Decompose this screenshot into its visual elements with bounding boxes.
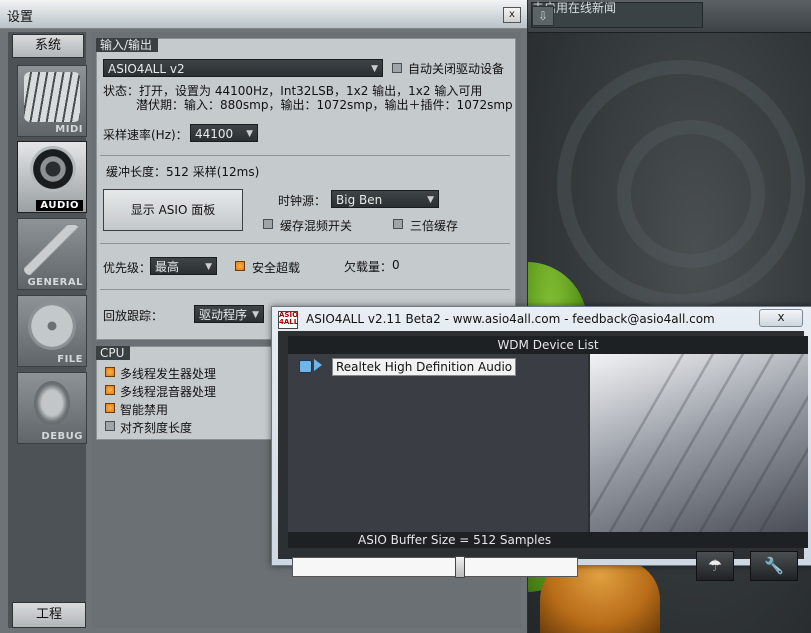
settings-sidebar: 系统 MIDI AUDIO GENERAL FILE DEBUG [8, 32, 87, 628]
latency-line-clip: 潜伏期：输入：880smp，输出：1072smp，输出＋插件：1072smp (… [136, 96, 514, 112]
download-icon[interactable]: ⇩ [532, 6, 554, 26]
piano-keys-artwork [590, 354, 808, 532]
key-line [668, 354, 775, 532]
underrun-label: 欠载量： [344, 260, 393, 274]
clock-source-select[interactable]: Big Ben ▼ [331, 190, 439, 208]
disk-icon [28, 302, 76, 350]
priority-value: 最高 [155, 260, 180, 274]
auto-close-label: 自动关闭驱动设备 [408, 62, 505, 76]
priority-label: 优先级： [103, 261, 152, 275]
close-button[interactable]: x [503, 7, 521, 23]
power-icon[interactable] [299, 360, 312, 373]
midi-keyboard-icon [24, 72, 80, 122]
window-title: 设置 [7, 10, 34, 25]
sidebar-item-label: GENERAL [27, 277, 83, 288]
smart-disable-checkbox[interactable] [105, 403, 115, 413]
smart-disable-label: 智能禁用 [120, 403, 169, 417]
parachute-icon[interactable]: ☂ [696, 551, 734, 581]
underrun-value: 0 [392, 258, 400, 272]
playback-tracking-label: 回放跟踪： [103, 309, 164, 323]
latency-line: 潜伏期：输入：880smp，输出：1072smp，输出＋插件：1072smp (… [136, 98, 514, 112]
system-button[interactable]: 系统 [12, 34, 84, 58]
chevron-down-icon: ▼ [205, 262, 212, 272]
background-swirl [617, 120, 765, 268]
show-asio-panel-button[interactable]: 显示 ASIO 面板 [103, 189, 243, 231]
divider [100, 289, 510, 290]
sidebar-item-label: FILE [57, 354, 83, 365]
multithread-generator-label: 多线程发生器处理 [120, 367, 217, 381]
multithread-generator-checkbox[interactable] [105, 367, 115, 377]
speaker-icon [30, 146, 76, 192]
asio-close-button[interactable]: x [759, 309, 803, 327]
triple-buffer-label: 三倍缓存 [410, 219, 459, 233]
sidebar-item-debug[interactable]: DEBUG [17, 372, 87, 444]
auto-close-checkbox[interactable] [392, 63, 402, 73]
multithread-mixer-label: 多线程混音器处理 [120, 385, 217, 399]
wdm-device-list-header: WDM Device List [288, 336, 808, 354]
online-news-box[interactable]: 击启用在线新闻 ▼ ⇩ [531, 2, 703, 28]
audio-device-value: ASIO4ALL v2 [108, 62, 185, 76]
clock-source-label: 时钟源： [278, 194, 327, 208]
clock-source-value: Big Ben [336, 193, 383, 207]
chevron-down-icon: ▼ [371, 64, 378, 74]
wdm-device-list[interactable] [288, 354, 588, 532]
bug-icon [34, 381, 70, 425]
chevron-down-icon: ▼ [252, 310, 259, 320]
key-line [590, 354, 685, 532]
buffer-size-slider-thumb[interactable] [455, 556, 465, 578]
chevron-down-icon: ▼ [427, 195, 434, 205]
safe-overload-checkbox[interactable] [235, 261, 245, 271]
asio4all-title: ASIO4ALL v2.11 Beta2 - www.asio4all.com … [306, 312, 715, 326]
sidebar-item-midi[interactable]: MIDI [17, 65, 87, 137]
multithread-mixer-checkbox[interactable] [105, 385, 115, 395]
samplerate-label: 采样速率(Hz)： [103, 128, 188, 142]
asio-buffer-size-label: ASIO Buffer Size = 512 Samples [288, 532, 808, 548]
asio4all-logo-icon: ASIO 4ALL [278, 311, 298, 329]
key-line [698, 354, 805, 532]
cpu-section-header: CPU [96, 346, 131, 360]
priority-select[interactable]: 最高 ▼ [150, 257, 217, 275]
sidebar-item-label: MIDI [55, 124, 83, 135]
samplerate-value: 44100 [195, 127, 234, 141]
settings-titlebar: 设置 x [0, 0, 527, 29]
key-line [608, 354, 715, 532]
playback-tracking-value: 驱动程序 [199, 308, 248, 322]
key-line [638, 354, 745, 532]
buffer-length-label: 缓冲长度：512 采样(12ms) [106, 165, 260, 179]
sidebar-item-label: AUDIO [36, 200, 83, 211]
audio-device-select[interactable]: ASIO4ALL v2 ▼ [103, 59, 383, 77]
asio4all-dialog: ASIO 4ALL ASIO4ALL v2.11 Beta2 - www.asi… [271, 306, 811, 581]
playback-tracking-select[interactable]: 驱动程序 ▼ [194, 305, 264, 323]
safe-overload-label: 安全超载 [252, 261, 301, 275]
wrench-icon[interactable]: 🔧 [750, 551, 798, 581]
align-tick-length-label: 对齐刻度长度 [120, 421, 193, 435]
sidebar-item-general[interactable]: GENERAL [17, 218, 87, 290]
io-section-header: 输入/输出 [96, 38, 159, 52]
align-tick-length-checkbox[interactable] [105, 421, 115, 431]
chevron-down-icon: ▼ [246, 129, 253, 139]
divider [100, 243, 510, 244]
cache-mix-label: 缓存混频开关 [280, 219, 353, 233]
sidebar-item-audio[interactable]: AUDIO [17, 141, 87, 213]
project-button[interactable]: 工程 [12, 602, 86, 628]
sidebar-item-label: DEBUG [41, 431, 83, 442]
asio-body: WDM Device List Realtek High Definition … [278, 331, 808, 581]
triple-buffer-checkbox[interactable] [393, 219, 403, 229]
buffer-size-slider[interactable] [292, 556, 578, 578]
play-icon[interactable] [314, 359, 322, 371]
samplerate-select[interactable]: 44100 ▼ [190, 124, 258, 142]
sidebar-item-file[interactable]: FILE [17, 295, 87, 367]
wdm-device-item[interactable]: Realtek High Definition Audio [332, 358, 517, 376]
divider [100, 155, 510, 156]
cache-mix-checkbox[interactable] [263, 219, 273, 229]
key-line [728, 354, 808, 532]
key-line [758, 354, 808, 532]
wrench-icon [24, 225, 80, 275]
